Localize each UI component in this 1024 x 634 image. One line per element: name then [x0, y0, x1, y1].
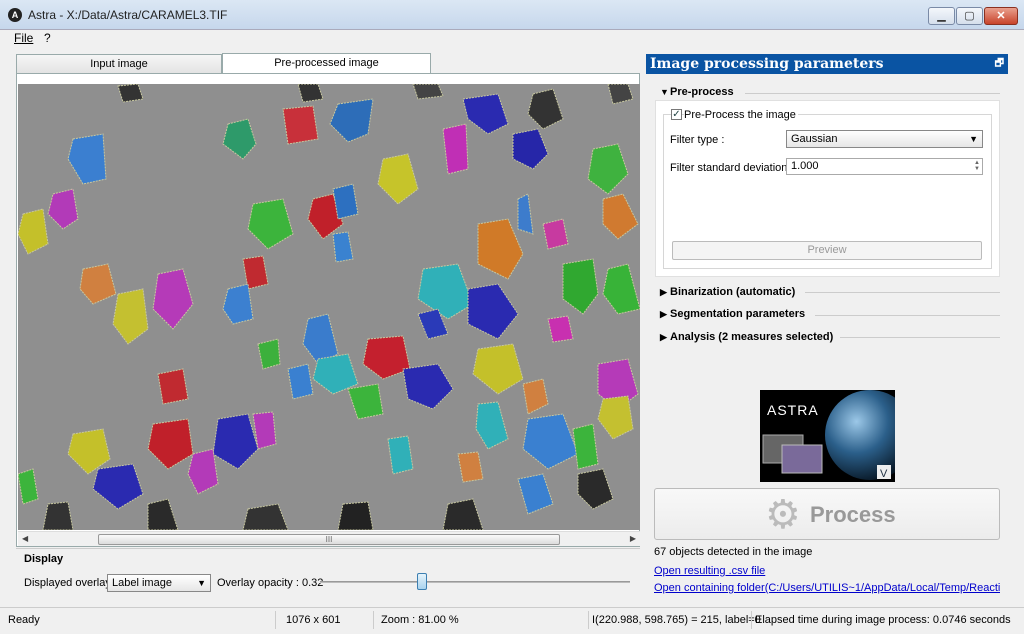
scroll-left-icon[interactable]: ◀: [22, 534, 28, 543]
status-elapsed: Elapsed time during image process: 0.074…: [755, 614, 1011, 626]
status-bar: Ready 1076 x 601 Zoom : 81.00 % I(220.98…: [0, 607, 1024, 634]
filter-type-select[interactable]: Gaussian ▼: [786, 130, 983, 148]
app-icon: A: [8, 8, 22, 22]
collapsed-triangle-icon: ▶: [660, 287, 667, 297]
preprocess-checkbox-label[interactable]: Pre-Process the image: [684, 109, 798, 121]
panel-title: Image processing parameters 🗗: [646, 54, 1008, 74]
overlay-select[interactable]: Label image ▼: [107, 574, 211, 592]
panel-title-text: Image processing parameters: [650, 56, 884, 72]
menu-bar: File ?: [0, 30, 1024, 46]
status-zoom: Zoom : 81.00 %: [381, 614, 459, 626]
filter-std-spinbox[interactable]: 1.000 ▲ ▼: [786, 158, 983, 175]
preprocess-checkbox[interactable]: ✓: [671, 109, 682, 120]
divider: [275, 611, 276, 629]
restore-icon[interactable]: 🗗: [995, 54, 1004, 74]
maximize-button[interactable]: ▢: [956, 7, 983, 25]
spin-arrows-icon[interactable]: ▲ ▼: [974, 160, 980, 172]
candy-overlay-image: [18, 84, 640, 530]
chevron-down-icon: ▼: [197, 578, 206, 588]
opacity-slider-track[interactable]: [320, 581, 630, 583]
preview-button[interactable]: Preview: [672, 241, 982, 260]
tab-input-image[interactable]: Input image: [16, 54, 222, 74]
chevron-down-icon: ▼: [969, 134, 978, 144]
horizontal-scrollbar[interactable]: ◀ III ▶: [18, 531, 640, 546]
filter-std-label: Filter standard deviation:: [670, 162, 791, 174]
filter-type-value: Gaussian: [791, 133, 838, 145]
menu-file[interactable]: File: [14, 31, 33, 45]
filter-type-label: Filter type :: [670, 134, 725, 146]
svg-text:V: V: [880, 468, 888, 480]
menu-help[interactable]: ?: [44, 31, 51, 45]
planet-icon: V: [762, 390, 895, 480]
segmented-image[interactable]: [18, 84, 640, 530]
divider: [815, 315, 1000, 316]
section-segmentation[interactable]: ▶ Segmentation parameters: [660, 308, 805, 320]
image-viewer: ◀ III ▶: [16, 73, 640, 547]
minimize-button[interactable]: ▁: [928, 7, 955, 25]
gear-icon: ⚙: [765, 493, 801, 537]
overlay-select-value: Label image: [112, 577, 172, 589]
divider: [745, 93, 1000, 94]
title-bar: A Astra - X:/Data/Astra/CARAMEL3.TIF ▁ ▢…: [0, 0, 1024, 30]
open-csv-link[interactable]: Open resulting .csv file: [654, 565, 765, 577]
section-preprocess[interactable]: ▼Pre-process: [660, 86, 734, 98]
objects-detected-text: 67 objects detected in the image: [654, 546, 813, 558]
section-preprocess-label: Pre-process: [670, 86, 734, 98]
divider: [16, 548, 640, 549]
overlay-label: Displayed overlay: [24, 577, 111, 589]
expanded-triangle-icon: ▼: [660, 87, 669, 97]
scrollbar-thumb[interactable]: III: [98, 534, 560, 545]
tab-preprocessed-image[interactable]: Pre-processed image: [222, 53, 431, 74]
filter-std-value: 1.000: [791, 160, 819, 172]
collapsed-triangle-icon: ▶: [660, 309, 667, 319]
section-binarization[interactable]: ▶ Binarization (automatic): [660, 286, 795, 298]
process-button[interactable]: ⚙ Process: [654, 488, 1000, 540]
scroll-right-icon[interactable]: ▶: [630, 534, 636, 543]
divider: [588, 611, 589, 629]
divider: [805, 292, 1000, 293]
open-folder-link[interactable]: Open containing folder(C:/Users/UTILIS~1…: [654, 582, 1000, 594]
section-analysis-label: Analysis (2 measures selected): [670, 331, 834, 343]
status-ready: Ready: [8, 614, 40, 626]
divider: [373, 611, 374, 629]
display-title: Display: [24, 553, 64, 565]
close-button[interactable]: ✕: [984, 7, 1018, 25]
divider: [751, 611, 752, 629]
section-analysis[interactable]: ▶ Analysis (2 measures selected): [660, 331, 833, 343]
astra-logo: ASTRA V: [760, 390, 895, 482]
window-title: Astra - X:/Data/Astra/CARAMEL3.TIF: [28, 8, 228, 22]
opacity-slider-thumb[interactable]: [417, 573, 427, 590]
section-segmentation-label: Segmentation parameters: [670, 308, 806, 320]
process-button-label: Process: [810, 502, 896, 527]
opacity-label: Overlay opacity : 0.32: [217, 577, 324, 589]
collapsed-triangle-icon: ▶: [660, 332, 667, 342]
section-binarization-label: Binarization (automatic): [670, 286, 796, 298]
status-dimensions: 1076 x 601: [286, 614, 341, 626]
status-pixel-info: I(220.988, 598.765) = 215, label=0: [592, 614, 761, 626]
divider: [840, 337, 1000, 338]
